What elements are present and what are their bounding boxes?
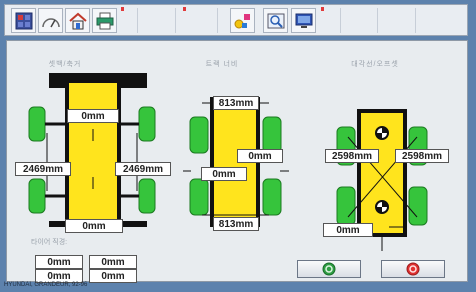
monitor-icon[interactable]: [291, 8, 316, 33]
offset-value: 0mm: [323, 223, 373, 237]
red-marker: [321, 7, 324, 11]
cancel-button[interactable]: [381, 260, 445, 278]
toolbar-separator: [175, 8, 176, 33]
tire-value-4: 0mm: [89, 269, 137, 283]
red-marker: [183, 7, 186, 11]
tire-value-1: 0mm: [35, 255, 83, 269]
right-diagonal-right: 2598mm: [395, 149, 449, 163]
left-wheelbase-right: 2469mm: [115, 162, 171, 176]
shapes-icon[interactable]: [230, 8, 255, 33]
tire-diameter-label: 타이어 직경:: [31, 239, 68, 246]
toolbar: [4, 4, 468, 36]
status-bar-vehicle: HYUNDAI, GRANDEUR, 92-96: [4, 282, 88, 288]
red-marker: [121, 7, 124, 11]
alignment-app: 셋백/축거 트랙 너비 대각선/오프셋 0mm 2469mm 2469mm 0m…: [0, 0, 476, 292]
grid-icon[interactable]: [11, 8, 36, 33]
track-width-bottom: 813mm: [213, 217, 259, 231]
preview-icon[interactable]: [263, 8, 288, 33]
tire-value-2: 0mm: [89, 255, 137, 269]
middle-right-value: 0mm: [237, 149, 283, 163]
measurement-panel: 셋백/축거 트랙 너비 대각선/오프셋 0mm 2469mm 2469mm 0m…: [6, 40, 468, 283]
track-width-top: 813mm: [213, 96, 259, 110]
home-icon[interactable]: [65, 8, 90, 33]
left-wheelbase-left: 2469mm: [15, 162, 71, 176]
printer-icon[interactable]: [92, 8, 117, 33]
ok-button[interactable]: [297, 260, 361, 278]
toolbar-separator: [377, 8, 378, 33]
ok-icon: [322, 262, 336, 276]
toolbar-separator: [415, 8, 416, 33]
left-top-setback: 0mm: [67, 109, 119, 123]
right-diagonal-left: 2598mm: [325, 149, 379, 163]
left-car: [28, 73, 156, 227]
left-bottom-setback: 0mm: [65, 219, 123, 233]
tire-value-3: 0mm: [35, 269, 83, 283]
toolbar-separator: [217, 8, 218, 33]
gauge-icon[interactable]: [38, 8, 63, 33]
toolbar-separator: [340, 8, 341, 33]
cancel-icon: [406, 262, 420, 276]
middle-left-value: 0mm: [201, 167, 247, 181]
toolbar-separator: [137, 8, 138, 33]
